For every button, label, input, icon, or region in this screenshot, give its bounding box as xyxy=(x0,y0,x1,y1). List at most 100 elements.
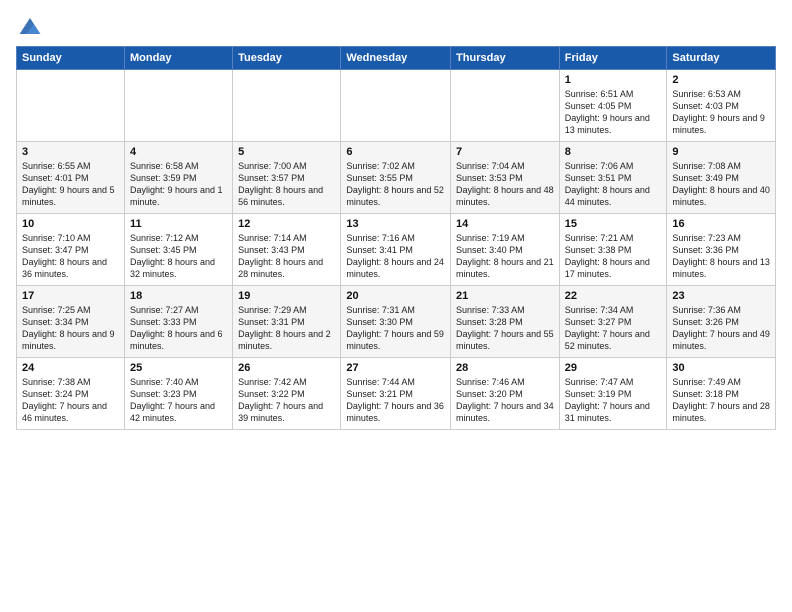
calendar-day-cell: 27 Sunrise: 7:44 AM Sunset: 3:21 PM Dayli… xyxy=(341,358,451,430)
day-info: Sunrise: 7:38 AM Sunset: 3:24 PM Dayligh… xyxy=(22,376,119,425)
calendar-day-cell: 2 Sunrise: 6:53 AM Sunset: 4:03 PM Daylig… xyxy=(667,70,776,142)
day-number: 29 xyxy=(565,362,662,374)
day-number: 17 xyxy=(22,290,119,302)
day-info: Sunrise: 7:23 AM Sunset: 3:36 PM Dayligh… xyxy=(672,232,770,281)
calendar-day-cell: 6 Sunrise: 7:02 AM Sunset: 3:55 PM Daylig… xyxy=(341,142,451,214)
calendar-day-cell: 18 Sunrise: 7:27 AM Sunset: 3:33 PM Dayli… xyxy=(124,286,232,358)
day-number: 30 xyxy=(672,362,770,374)
day-info: Sunrise: 7:42 AM Sunset: 3:22 PM Dayligh… xyxy=(238,376,335,425)
day-number: 14 xyxy=(456,218,554,230)
day-number: 4 xyxy=(130,146,227,158)
day-info: Sunrise: 6:53 AM Sunset: 4:03 PM Dayligh… xyxy=(672,88,770,137)
day-number: 15 xyxy=(565,218,662,230)
calendar-day-cell: 15 Sunrise: 7:21 AM Sunset: 3:38 PM Dayli… xyxy=(559,214,667,286)
day-number: 19 xyxy=(238,290,335,302)
day-number: 23 xyxy=(672,290,770,302)
calendar-day-cell: 7 Sunrise: 7:04 AM Sunset: 3:53 PM Daylig… xyxy=(451,142,560,214)
calendar-day-cell: 19 Sunrise: 7:29 AM Sunset: 3:31 PM Dayli… xyxy=(233,286,341,358)
day-info: Sunrise: 7:33 AM Sunset: 3:28 PM Dayligh… xyxy=(456,304,554,353)
calendar-day-cell: 9Sunrise: 7:08 AM Sunset: 3:49 PM Daylig… xyxy=(667,142,776,214)
calendar-day-cell: 12 Sunrise: 7:14 AM Sunset: 3:43 PM Dayli… xyxy=(233,214,341,286)
calendar-day-cell: 5Sunrise: 7:00 AM Sunset: 3:57 PM Daylig… xyxy=(233,142,341,214)
day-number: 10 xyxy=(22,218,119,230)
day-info: Sunrise: 7:27 AM Sunset: 3:33 PM Dayligh… xyxy=(130,304,227,353)
day-info: Sunrise: 7:34 AM Sunset: 3:27 PM Dayligh… xyxy=(565,304,662,353)
calendar-day-cell: 30 Sunrise: 7:49 AM Sunset: 3:18 PM Dayli… xyxy=(667,358,776,430)
day-info: Sunrise: 7:12 AM Sunset: 3:45 PM Dayligh… xyxy=(130,232,227,281)
day-number: 7 xyxy=(456,146,554,158)
day-info: Sunrise: 7:46 AM Sunset: 3:20 PM Dayligh… xyxy=(456,376,554,425)
calendar-day-cell: 8 Sunrise: 7:06 AM Sunset: 3:51 PM Daylig… xyxy=(559,142,667,214)
day-number: 13 xyxy=(346,218,445,230)
calendar-day-cell: 22 Sunrise: 7:34 AM Sunset: 3:27 PM Dayli… xyxy=(559,286,667,358)
day-info: Sunrise: 7:44 AM Sunset: 3:21 PM Dayligh… xyxy=(346,376,445,425)
day-number: 27 xyxy=(346,362,445,374)
day-number: 1 xyxy=(565,74,662,86)
day-number: 11 xyxy=(130,218,227,230)
day-number: 26 xyxy=(238,362,335,374)
day-info: Sunrise: 7:02 AM Sunset: 3:55 PM Dayligh… xyxy=(346,160,445,209)
calendar-day-cell: 13 Sunrise: 7:16 AM Sunset: 3:41 PM Dayli… xyxy=(341,214,451,286)
calendar-day-header: Monday xyxy=(124,47,232,70)
calendar-day-cell xyxy=(124,70,232,142)
calendar-day-cell: 28 Sunrise: 7:46 AM Sunset: 3:20 PM Dayli… xyxy=(451,358,560,430)
calendar-day-cell xyxy=(341,70,451,142)
day-number: 12 xyxy=(238,218,335,230)
calendar-day-header: Friday xyxy=(559,47,667,70)
day-number: 24 xyxy=(22,362,119,374)
calendar-day-cell: 1 Sunrise: 6:51 AM Sunset: 4:05 PM Daylig… xyxy=(559,70,667,142)
calendar-day-cell: 29Sunrise: 7:47 AM Sunset: 3:19 PM Dayli… xyxy=(559,358,667,430)
header xyxy=(16,16,776,36)
day-number: 22 xyxy=(565,290,662,302)
calendar-day-cell: 23 Sunrise: 7:36 AM Sunset: 3:26 PM Dayli… xyxy=(667,286,776,358)
calendar-day-cell: 14 Sunrise: 7:19 AM Sunset: 3:40 PM Dayli… xyxy=(451,214,560,286)
day-number: 16 xyxy=(672,218,770,230)
day-info: Sunrise: 7:29 AM Sunset: 3:31 PM Dayligh… xyxy=(238,304,335,353)
calendar-day-header: Saturday xyxy=(667,47,776,70)
day-info: Sunrise: 7:14 AM Sunset: 3:43 PM Dayligh… xyxy=(238,232,335,281)
day-number: 8 xyxy=(565,146,662,158)
day-info: Sunrise: 7:49 AM Sunset: 3:18 PM Dayligh… xyxy=(672,376,770,425)
day-info: Sunrise: 7:16 AM Sunset: 3:41 PM Dayligh… xyxy=(346,232,445,281)
calendar-day-cell xyxy=(233,70,341,142)
day-number: 2 xyxy=(672,74,770,86)
calendar-table: SundayMondayTuesdayWednesdayThursdayFrid… xyxy=(16,46,776,430)
day-number: 5 xyxy=(238,146,335,158)
day-info: Sunrise: 6:58 AM Sunset: 3:59 PM Dayligh… xyxy=(130,160,227,209)
calendar-day-cell: 3 Sunrise: 6:55 AM Sunset: 4:01 PM Daylig… xyxy=(17,142,125,214)
day-number: 9 xyxy=(672,146,770,158)
day-info: Sunrise: 7:10 AM Sunset: 3:47 PM Dayligh… xyxy=(22,232,119,281)
day-info: Sunrise: 7:40 AM Sunset: 3:23 PM Dayligh… xyxy=(130,376,227,425)
day-number: 25 xyxy=(130,362,227,374)
day-info: Sunrise: 7:21 AM Sunset: 3:38 PM Dayligh… xyxy=(565,232,662,281)
calendar-day-cell: 20 Sunrise: 7:31 AM Sunset: 3:30 PM Dayli… xyxy=(341,286,451,358)
calendar-day-cell: 11 Sunrise: 7:12 AM Sunset: 3:45 PM Dayli… xyxy=(124,214,232,286)
calendar-header-row: SundayMondayTuesdayWednesdayThursdayFrid… xyxy=(17,47,776,70)
calendar-day-header: Sunday xyxy=(17,47,125,70)
day-info: Sunrise: 7:19 AM Sunset: 3:40 PM Dayligh… xyxy=(456,232,554,281)
calendar-day-cell: 26 Sunrise: 7:42 AM Sunset: 3:22 PM Dayli… xyxy=(233,358,341,430)
calendar-week-row: 3 Sunrise: 6:55 AM Sunset: 4:01 PM Daylig… xyxy=(17,142,776,214)
page: SundayMondayTuesdayWednesdayThursdayFrid… xyxy=(0,0,792,440)
calendar-day-cell xyxy=(17,70,125,142)
day-info: Sunrise: 7:31 AM Sunset: 3:30 PM Dayligh… xyxy=(346,304,445,353)
day-info: Sunrise: 6:55 AM Sunset: 4:01 PM Dayligh… xyxy=(22,160,119,209)
day-number: 28 xyxy=(456,362,554,374)
calendar-day-cell: 17Sunrise: 7:25 AM Sunset: 3:34 PM Dayli… xyxy=(17,286,125,358)
day-info: Sunrise: 7:06 AM Sunset: 3:51 PM Dayligh… xyxy=(565,160,662,209)
calendar-day-cell: 16 Sunrise: 7:23 AM Sunset: 3:36 PM Dayli… xyxy=(667,214,776,286)
calendar-week-row: 10 Sunrise: 7:10 AM Sunset: 3:47 PM Dayli… xyxy=(17,214,776,286)
day-info: Sunrise: 7:36 AM Sunset: 3:26 PM Dayligh… xyxy=(672,304,770,353)
day-number: 20 xyxy=(346,290,445,302)
calendar-day-cell: 24 Sunrise: 7:38 AM Sunset: 3:24 PM Dayli… xyxy=(17,358,125,430)
calendar-day-cell: 25 Sunrise: 7:40 AM Sunset: 3:23 PM Dayli… xyxy=(124,358,232,430)
day-number: 6 xyxy=(346,146,445,158)
calendar-week-row: 24 Sunrise: 7:38 AM Sunset: 3:24 PM Dayli… xyxy=(17,358,776,430)
calendar-day-cell: 10 Sunrise: 7:10 AM Sunset: 3:47 PM Dayli… xyxy=(17,214,125,286)
day-number: 3 xyxy=(22,146,119,158)
calendar-day-header: Tuesday xyxy=(233,47,341,70)
day-number: 18 xyxy=(130,290,227,302)
day-info: Sunrise: 7:04 AM Sunset: 3:53 PM Dayligh… xyxy=(456,160,554,209)
calendar-day-cell xyxy=(451,70,560,142)
day-info: Sunrise: 6:51 AM Sunset: 4:05 PM Dayligh… xyxy=(565,88,662,137)
